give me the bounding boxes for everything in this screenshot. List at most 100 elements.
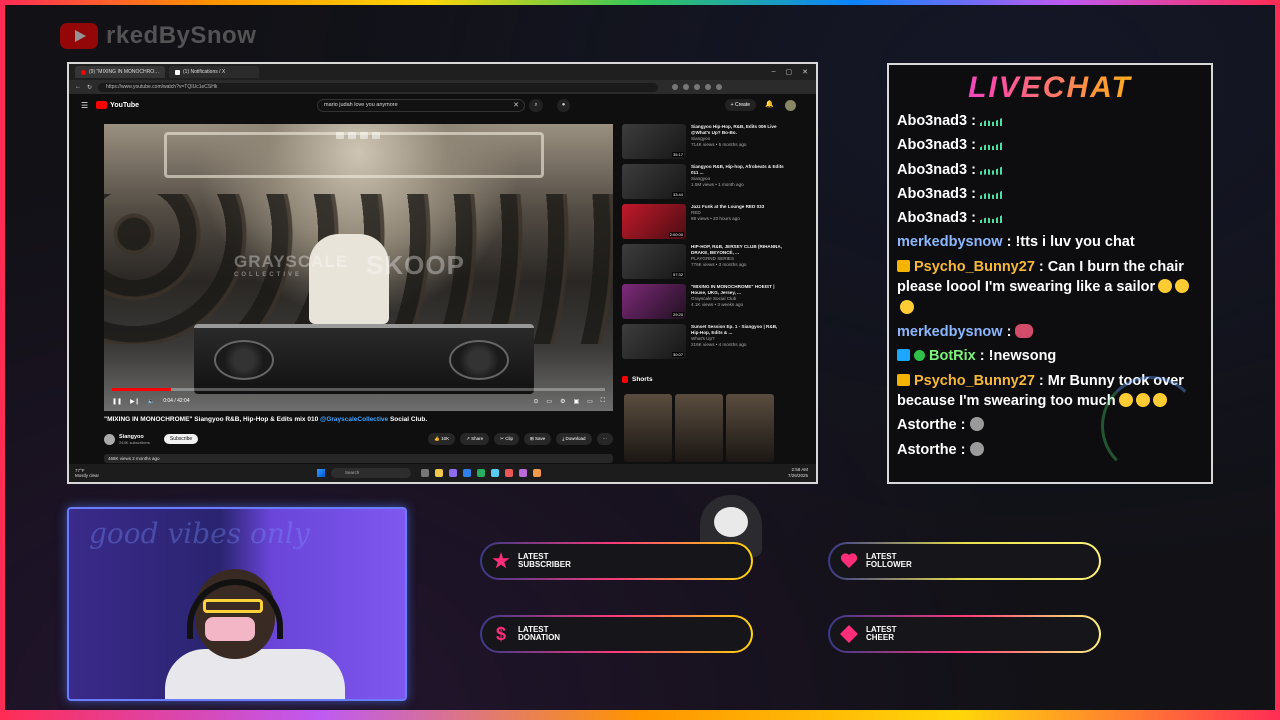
tab-notifications[interactable]: (1) Notifications / X [169, 66, 259, 78]
account-avatar[interactable] [785, 100, 796, 111]
voice-search-button[interactable]: ● [557, 99, 570, 112]
app-icon[interactable] [491, 469, 499, 477]
progress-bar[interactable] [112, 388, 605, 391]
chat-username[interactable]: Abo3nad3 [897, 162, 967, 178]
latest-cheer-box: LATEST CHEER [828, 615, 1101, 653]
chat-username[interactable]: Astorthe [897, 442, 957, 458]
short-thumbnail[interactable] [675, 394, 723, 462]
windows-start-icon[interactable] [317, 469, 325, 477]
youtube-topbar: ☰ YouTube mario judah love you anymore ✕ … [69, 94, 816, 116]
download-button[interactable]: ⤓ Download [556, 433, 592, 445]
face-emote-icon [1015, 324, 1034, 339]
overlay-icon[interactable] [348, 132, 356, 139]
notifications-bell-icon[interactable]: 🔔 [765, 100, 774, 108]
settings-gear-icon[interactable]: ⚙ [560, 398, 565, 405]
subscribe-button[interactable]: Subscribe [163, 434, 199, 444]
back-arrow-icon[interactable]: ← [75, 84, 81, 90]
bottom-glow-bar [0, 710, 1280, 720]
clip-button[interactable]: ✂ Clip [494, 433, 519, 445]
recommendation-item[interactable]: 33:44 Siangyoo R&B, Hip-hop, Afrobeats & … [622, 164, 786, 204]
overlay-icon[interactable] [372, 132, 380, 139]
recommendation-thumbnail[interactable]: 2:00:00 [622, 204, 686, 239]
recommendation-item[interactable]: 30:07 Sunset Session Ep. 1 - Siangyoo | R… [622, 324, 786, 364]
chat-username[interactable]: Abo3nad3 [897, 186, 967, 202]
extension-icon[interactable] [672, 84, 679, 90]
soundwave-emote-icon [979, 118, 1002, 126]
x-favicon-icon [175, 69, 180, 75]
task-view-icon[interactable] [421, 469, 429, 477]
video-player[interactable]: GRAYSCALE COLLECTIVE SKOOP ❚❚ ▶❙ 🔈 0:04 /… [104, 124, 613, 411]
chat-username[interactable]: Abo3nad3 [897, 210, 967, 226]
share-button[interactable]: ↗ Share [460, 433, 490, 445]
recommendation-item[interactable]: 2:00:00 Jazz Funk at the Lounge RED 033 RE… [622, 204, 786, 244]
recommendation-item[interactable]: 35:17 Siangyoo Hip-Hop, R&B, Edits 006 Li… [622, 124, 786, 164]
chat-username[interactable]: BotRix [929, 348, 976, 364]
chat-username[interactable]: Abo3nad3 [897, 113, 967, 129]
latest-donation-label: LATEST DONATION [518, 625, 560, 643]
chrome-icon[interactable] [533, 469, 541, 477]
chat-username[interactable]: Psycho_Bunny27 [914, 373, 1035, 389]
chat-username[interactable]: Psycho_Bunny27 [914, 259, 1035, 275]
bot-badge-icon [897, 349, 910, 362]
file-explorer-icon[interactable] [435, 469, 443, 477]
chat-username[interactable]: Abo3nad3 [897, 137, 967, 153]
overlay-icon[interactable] [336, 132, 344, 139]
recommendation-thumbnail[interactable]: 33:44 [622, 164, 686, 199]
youtube-home-logo[interactable]: YouTube [96, 101, 139, 109]
tab-youtube[interactable]: (9) "MIXING IN MONOCHRO… [75, 66, 165, 78]
extension-icon[interactable] [694, 84, 701, 90]
system-clock[interactable]: 2:58 AM 7/26/2025 [788, 467, 808, 479]
pause-icon[interactable]: ❚❚ [112, 398, 122, 405]
app-icon[interactable] [505, 469, 513, 477]
reload-icon[interactable]: ↻ [87, 84, 92, 91]
recommendation-thumbnail[interactable]: 29:20 [622, 284, 686, 319]
chat-username[interactable]: Astorthe [897, 417, 957, 433]
save-button[interactable]: ⊞ Save [523, 433, 552, 445]
video-views[interactable]: 468K views 2 months ago [104, 454, 613, 463]
miniplayer-icon[interactable]: ▣ [573, 398, 579, 405]
extension-icon[interactable] [683, 84, 690, 90]
extension-icon[interactable] [705, 84, 712, 90]
microphone-icon: ● [561, 102, 566, 108]
app-icon[interactable] [463, 469, 471, 477]
search-input[interactable]: mario judah love you anymore ✕ [317, 99, 525, 112]
recommendation-item[interactable]: 57:32 HIP-HOP, R&B, JERSEY CLUB (RIHANNA,… [622, 244, 786, 284]
like-button[interactable]: 👍 10K [428, 433, 456, 445]
recommendation-thumbnail[interactable]: 35:17 [622, 124, 686, 159]
clear-search-icon[interactable]: ✕ [513, 100, 519, 111]
autoplay-toggle[interactable]: ⊙ [533, 398, 538, 405]
channel-avatar[interactable] [104, 433, 115, 445]
channel-name[interactable]: Siangyoo 244K subscribers [119, 434, 150, 445]
channel-tag-link[interactable]: @GrayscaleCollective [320, 416, 388, 423]
more-actions-button[interactable]: ··· [596, 433, 613, 445]
edge-icon[interactable] [477, 469, 485, 477]
short-thumbnail[interactable] [624, 394, 672, 462]
recommendation-thumbnail[interactable]: 30:07 [622, 324, 686, 359]
close-button[interactable]: ✕ [802, 68, 808, 76]
overlay-icon[interactable] [360, 132, 368, 139]
profile-icon[interactable] [716, 84, 723, 90]
soundwave-emote-icon [979, 215, 1002, 224]
short-thumbnail[interactable] [726, 394, 774, 462]
address-input[interactable]: https://www.youtube.com/watch?v=TQIUc1eC… [98, 82, 659, 92]
discord-icon[interactable] [519, 469, 527, 477]
chat-username[interactable]: merkedbysnow [897, 324, 1003, 340]
taskbar-search[interactable]: Search [331, 468, 411, 478]
minimize-button[interactable]: – [772, 68, 776, 76]
recommendation-item[interactable]: 29:20 "MIXING IN MONOCHROME" HOEIST | Hou… [622, 284, 786, 324]
captions-icon[interactable]: ▭ [546, 398, 552, 405]
hamburger-menu-icon[interactable]: ☰ [81, 101, 88, 110]
recommendation-thumbnail[interactable]: 57:32 [622, 244, 686, 279]
next-icon[interactable]: ▶❙ [130, 398, 140, 405]
create-button[interactable]: + Create [724, 99, 756, 111]
fullscreen-icon[interactable]: ⛶ [601, 398, 605, 405]
search-button[interactable]: ⌕ [529, 99, 543, 112]
chat-username[interactable]: merkedbysnow [897, 234, 1003, 250]
laughing-emoji-icon [1158, 279, 1173, 294]
theater-icon[interactable]: ▭ [587, 398, 593, 405]
maximize-button[interactable]: ▢ [786, 68, 793, 76]
recommendation-meta: Siangyoo Hip-Hop, R&B, Edits 006 Live @W… [691, 124, 786, 164]
app-icon[interactable] [449, 469, 457, 477]
weather-widget[interactable]: 77°F Mostly clear [75, 468, 99, 478]
volume-icon[interactable]: 🔈 [148, 398, 155, 405]
